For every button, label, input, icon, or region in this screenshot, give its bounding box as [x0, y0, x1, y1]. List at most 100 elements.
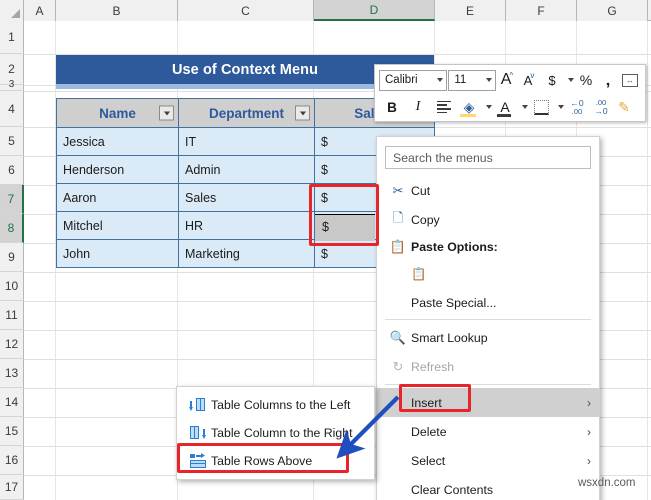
font-color-button[interactable]: A [493, 96, 517, 119]
submenu-item-table-columns-left[interactable]: Table Columns to the Left [177, 391, 374, 419]
header-label: Department [208, 105, 284, 121]
row-header-11[interactable]: 11 [0, 301, 24, 330]
menu-item-select[interactable]: Select › [377, 446, 599, 475]
font-color-dropdown-button[interactable] [517, 96, 529, 119]
cell-name[interactable]: Mitchel [56, 211, 179, 240]
cell-name[interactable]: Henderson [56, 155, 179, 184]
row-header-7[interactable]: 7 [0, 185, 24, 214]
row-header-12[interactable]: 12 [0, 330, 24, 359]
submenu-item-table-column-right[interactable]: Table Column to the Right [177, 419, 374, 447]
merge-center-button[interactable]: ↔ [619, 69, 641, 92]
borders-icon [533, 99, 549, 115]
borders-dropdown-button[interactable] [553, 96, 565, 119]
select-all-corner[interactable] [0, 0, 24, 21]
decrease-decimal-icon: ←0.00 [570, 98, 584, 116]
column-header-a[interactable]: A [24, 0, 56, 21]
cell-name[interactable]: Aaron [56, 183, 179, 212]
menu-item-label: Paste Options: [411, 240, 498, 254]
font-color-swatch [497, 113, 511, 117]
fill-color-dropdown-button[interactable] [481, 96, 493, 119]
bold-label: B [387, 99, 397, 115]
comma-format-button[interactable]: ‚ [597, 69, 619, 92]
percent-label: % [579, 72, 593, 88]
chevron-down-icon [557, 105, 564, 109]
row-header-13[interactable]: 13 [0, 359, 24, 388]
cell-name[interactable]: Jessica [56, 127, 179, 156]
borders-button[interactable] [529, 96, 553, 119]
select-all-triangle-icon [11, 9, 20, 18]
row-header-5[interactable]: 5 [0, 127, 24, 156]
decrease-decimal-button[interactable]: ←0.00 [565, 96, 589, 119]
mini-toolbar-row-2: B I ◈ A ←0.00 .00 →0 ✎ [379, 95, 641, 119]
column-header-d[interactable]: D [314, 0, 435, 21]
paste-values-icon[interactable]: 📋 [407, 262, 431, 286]
row-header-1[interactable]: 1 [0, 21, 24, 54]
column-label: A [35, 3, 44, 18]
fill-color-button[interactable]: ◈ [457, 96, 481, 119]
grow-font-button[interactable]: A ^ [497, 69, 519, 92]
menu-item-copy[interactable]: 🗋 Copy [377, 205, 599, 234]
increase-decimal-button[interactable]: .00 →0 [589, 96, 613, 119]
cell-name[interactable]: John [56, 239, 179, 268]
row-header-4[interactable]: 4 [0, 91, 24, 127]
row-header-17[interactable]: 17 [0, 475, 24, 500]
cell-department[interactable]: HR [178, 211, 315, 240]
table-header-department[interactable]: Department [178, 98, 315, 128]
column-header-b[interactable]: B [56, 0, 178, 21]
currency-dropdown-button[interactable] [563, 69, 575, 92]
menu-separator [385, 319, 591, 320]
menu-item-label: Smart Lookup [411, 330, 488, 345]
font-name-combo[interactable]: Calibri [379, 69, 448, 91]
active-cell-d8[interactable]: $ [315, 214, 375, 241]
column-header-f[interactable]: F [506, 0, 577, 21]
italic-button[interactable]: I [405, 96, 431, 119]
menu-item-cut[interactable]: ✂ Cut [377, 176, 599, 205]
row-header-9[interactable]: 9 [0, 243, 24, 272]
menu-item-label: Insert [411, 395, 442, 410]
paste-options-gallery: 📋 [377, 260, 599, 290]
cell-department[interactable]: Admin [178, 155, 315, 184]
table-header-name[interactable]: Name [56, 98, 179, 128]
menu-item-insert[interactable]: Insert › [377, 388, 599, 417]
column-label: E [465, 3, 474, 18]
column-header-g[interactable]: G [577, 0, 648, 21]
row-header-10[interactable]: 10 [0, 272, 24, 301]
submenu-item-label: Table Rows Above [211, 454, 313, 468]
align-button[interactable] [431, 96, 457, 119]
menu-item-clear-contents[interactable]: Clear Contents [377, 475, 599, 500]
comma-label: ‚ [605, 70, 611, 89]
search-menus-input[interactable]: Search the menus [385, 146, 591, 169]
filter-dropdown-icon[interactable] [159, 105, 174, 121]
row-header-8[interactable]: 8 [0, 214, 24, 243]
font-size-combo[interactable]: 11 [448, 69, 496, 91]
submenu-item-table-rows-above[interactable]: Table Rows Above [177, 447, 374, 475]
row-header-14[interactable]: 14 [0, 388, 24, 417]
increase-decimal-icon: .00 →0 [594, 98, 608, 116]
row-label: 6 [8, 163, 15, 177]
menu-item-paste-special[interactable]: Paste Special... [377, 290, 599, 316]
cell-department[interactable]: IT [178, 127, 315, 156]
row-header-16[interactable]: 16 [0, 446, 24, 475]
format-painter-button[interactable]: ✎ [613, 96, 635, 119]
italic-label: I [415, 99, 421, 114]
row-label: 1 [8, 30, 15, 44]
column-header-c[interactable]: C [178, 0, 314, 21]
filter-dropdown-icon[interactable] [295, 105, 310, 121]
menu-item-delete[interactable]: Delete › [377, 417, 599, 446]
column-header-e[interactable]: E [435, 0, 506, 21]
row-header-6[interactable]: 6 [0, 156, 24, 185]
row-label: 2 [8, 62, 15, 76]
row-label: 15 [4, 424, 19, 438]
decrease-decimal-label: .00 [571, 106, 583, 116]
cell-department[interactable]: Marketing [178, 239, 315, 268]
bold-button[interactable]: B [379, 96, 405, 119]
menu-item-smart-lookup[interactable]: 🔍 Smart Lookup [377, 323, 599, 352]
shrink-font-button[interactable]: Av [519, 69, 541, 92]
column-label: G [607, 3, 617, 18]
search-placeholder: Search the menus [393, 150, 493, 165]
percent-format-button[interactable]: % [575, 69, 597, 92]
cell-department[interactable]: Sales [178, 183, 315, 212]
currency-format-button[interactable]: $ [541, 69, 563, 92]
caret-down-icon: v [530, 70, 535, 80]
row-header-15[interactable]: 15 [0, 417, 24, 446]
